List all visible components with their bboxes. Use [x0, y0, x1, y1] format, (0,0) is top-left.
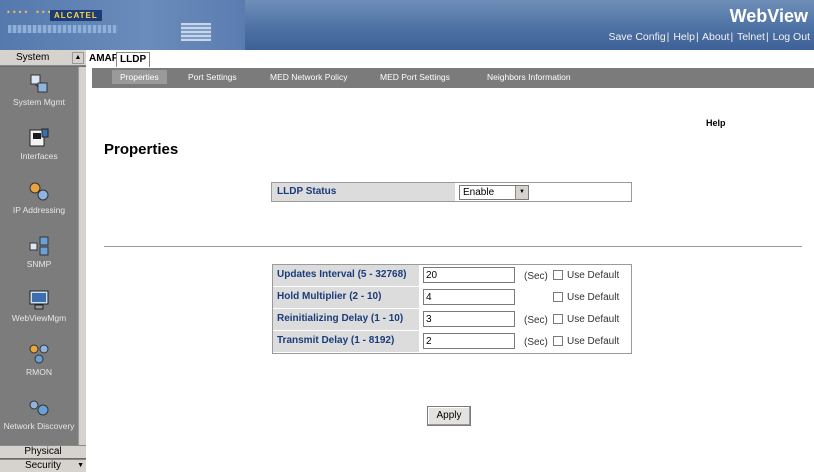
sidebar-group-title: System: [16, 52, 50, 63]
subnav-med-network-policy[interactable]: MED Network Policy: [270, 72, 347, 82]
timers-form: Updates Interval (5 - 32768) (Sec) Use D…: [272, 264, 632, 354]
brand-title: WebView: [729, 6, 808, 26]
alcatel-logo: ALCATEL: [50, 10, 102, 21]
hold-multiplier-use-default-checkbox[interactable]: [553, 292, 563, 302]
logout-link[interactable]: Log Out: [773, 31, 810, 43]
sidebar-group-label: Physical: [24, 446, 62, 457]
save-config-link[interactable]: Save Config: [608, 31, 665, 43]
top-tab-strip: AMAP LLDP: [86, 50, 814, 67]
reinitializing-delay-input[interactable]: [423, 311, 515, 327]
subnav-properties[interactable]: Properties: [112, 70, 167, 84]
sidebar-item-label: WebViewMgm: [11, 313, 67, 323]
sidebar-scrollbar[interactable]: [78, 67, 86, 445]
page-title: Properties: [104, 141, 179, 158]
about-link[interactable]: About: [702, 31, 729, 43]
subnav-med-port-settings[interactable]: MED Port Settings: [380, 72, 450, 82]
updates-interval-label: Updates Interval (5 - 32768): [273, 265, 419, 286]
transmit-delay-use-default-checkbox[interactable]: [553, 336, 563, 346]
reinitializing-delay-label: Reinitializing Delay (1 - 10): [273, 309, 419, 330]
transmit-delay-label: Transmit Delay (1 - 8192): [273, 331, 419, 352]
logo-banner: •••• •••• ALCATEL: [0, 0, 245, 50]
lldp-status-label: LLDP Status: [272, 183, 455, 201]
telnet-link[interactable]: Telnet: [737, 31, 765, 43]
divider: [104, 246, 802, 247]
ip-addressing-icon: [29, 182, 49, 201]
rmon-icon: [29, 344, 49, 364]
unit-label: (Sec): [524, 315, 548, 326]
sidebar-item-network-discovery[interactable]: Network Discovery: [0, 393, 78, 445]
sidebar-item-label: SNMP: [26, 259, 52, 269]
subnav-port-settings[interactable]: Port Settings: [188, 72, 237, 82]
subnav-bar: Properties Port Settings MED Network Pol…: [92, 68, 814, 88]
use-default-label: Use Default: [567, 314, 620, 325]
sidebar-item-ip-addressing[interactable]: IP Addressing: [0, 177, 78, 233]
sidebar-item-webview-mgmt[interactable]: WebViewMgm: [0, 285, 78, 341]
sidebar-item-rmon[interactable]: RMON: [0, 339, 78, 395]
sidebar-item-label: Interfaces: [20, 151, 58, 161]
sidebar-group-physical[interactable]: Physical: [0, 445, 86, 458]
network-discovery-icon: [29, 400, 49, 416]
sidebar-group-label: Security: [24, 460, 62, 471]
use-default-label: Use Default: [567, 336, 620, 347]
sidebar-item-label: IP Addressing: [12, 205, 66, 215]
snmp-icon: [29, 236, 49, 256]
system-mgmt-icon: [30, 74, 48, 93]
unit-label: (Sec): [524, 271, 548, 282]
sidebar-item-snmp[interactable]: SNMP: [0, 231, 78, 287]
sidebar-item-system-mgmt[interactable]: System Mgmt: [0, 69, 78, 125]
lldp-status-value: Enable: [463, 187, 495, 198]
transmit-delay-input[interactable]: [423, 333, 515, 349]
hold-multiplier-label: Hold Multiplier (2 - 10): [273, 287, 419, 308]
sidebar-list: System Mgmt Interfaces IP Addressing SNM…: [0, 67, 78, 445]
sidebar-item-interfaces[interactable]: Interfaces: [0, 123, 78, 179]
transmit-delay-row: Transmit Delay (1 - 8192) (Sec) Use Defa…: [273, 331, 631, 353]
apply-button[interactable]: Apply: [427, 406, 471, 426]
hold-multiplier-row: Hold Multiplier (2 - 10) Use Default: [273, 287, 631, 309]
use-default-label: Use Default: [567, 292, 620, 303]
use-default-label: Use Default: [567, 270, 620, 281]
reinitializing-delay-row: Reinitializing Delay (1 - 10) (Sec) Use …: [273, 309, 631, 331]
sidebar-item-label: Network Discovery: [3, 421, 75, 431]
building-image: [180, 22, 212, 42]
sidebar-group-security[interactable]: Security ▼: [0, 459, 86, 472]
lldp-status-select[interactable]: Enable ▼: [459, 185, 529, 200]
help-link[interactable]: Help: [673, 31, 695, 43]
sidebar-item-label: RMON: [26, 367, 52, 377]
sidebar-group-header[interactable]: System ▲: [0, 50, 86, 66]
top-links: Save Config| Help| About| Telnet| Log Ou…: [608, 31, 810, 43]
tab-lldp[interactable]: LLDP: [116, 52, 151, 67]
hold-multiplier-input[interactable]: [423, 289, 515, 305]
updates-interval-row: Updates Interval (5 - 32768) (Sec) Use D…: [273, 265, 631, 287]
reinitializing-delay-use-default-checkbox[interactable]: [553, 314, 563, 324]
sidebar-item-label: System Mgmt: [13, 97, 65, 107]
chevron-up-icon[interactable]: ▲: [72, 52, 84, 64]
sidebar: System ▲ System Mgmt Interfaces IP Addre…: [0, 50, 86, 472]
interfaces-icon: [29, 128, 49, 147]
logo-tagline-decoration: [8, 25, 118, 33]
unit-label: (Sec): [524, 337, 548, 348]
chevron-down-icon[interactable]: ▼: [515, 186, 528, 199]
help-link-page[interactable]: Help: [706, 118, 726, 128]
subnav-neighbors-information[interactable]: Neighbors Information: [487, 72, 571, 82]
updates-interval-use-default-checkbox[interactable]: [553, 270, 563, 280]
chevron-down-icon[interactable]: ▼: [77, 462, 84, 469]
app-header: •••• •••• ALCATEL WebView Save Config| H…: [0, 0, 814, 50]
lldp-status-row: LLDP Status Enable ▼: [271, 182, 632, 202]
webview-mgmt-icon: [29, 290, 49, 310]
updates-interval-input[interactable]: [423, 267, 515, 283]
